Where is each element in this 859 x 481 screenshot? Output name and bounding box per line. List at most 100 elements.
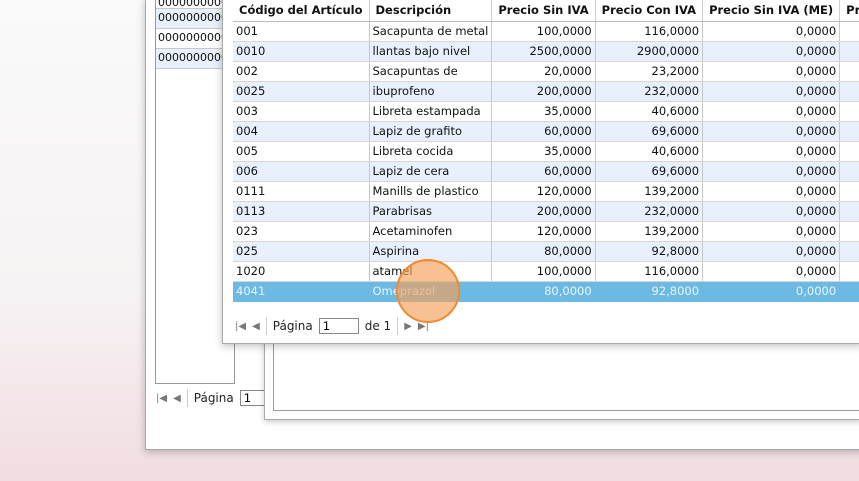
prev-page-icon[interactable]: ◀ <box>173 393 181 404</box>
table-cell[interactable] <box>839 181 859 202</box>
table-cell[interactable]: 0,0000 <box>702 181 841 202</box>
column-header[interactable]: Precio Sin IVA <box>491 0 596 22</box>
table-cell[interactable]: 0025 <box>233 81 370 102</box>
column-header[interactable]: Precio Con IVA <box>595 0 704 22</box>
table-cell[interactable]: 116,0000 <box>595 261 704 282</box>
table-cell[interactable] <box>839 101 859 122</box>
table-cell[interactable]: 23,2000 <box>595 61 704 82</box>
table-row[interactable]: 004 Lapiz de grafito 60,0000 69,6000 0,0000 <box>233 121 859 142</box>
table-row[interactable]: 4041Omeprazol80,000092,80000,0000 <box>233 281 859 302</box>
table-cell[interactable]: Sacapuntas de <box>369 61 493 82</box>
prev-page-icon[interactable]: ◀ <box>252 321 260 332</box>
table-cell[interactable]: ibuprofeno <box>369 81 493 102</box>
table-cell[interactable]: 60,0000 <box>491 121 596 142</box>
table-cell[interactable]: 0,0000 <box>702 221 841 242</box>
table-cell[interactable] <box>839 81 859 102</box>
table-cell[interactable]: 025 <box>233 241 370 262</box>
table-cell[interactable]: Acetaminofen <box>369 221 493 242</box>
table-row[interactable]: 023 Acetaminofen 120,0000 139,2000 0,0000 <box>233 221 859 242</box>
table-cell[interactable]: Aspirina <box>369 241 493 262</box>
table-row[interactable]: 1020 atamel 100,0000 116,0000 0,0000 <box>233 261 859 282</box>
table-cell[interactable] <box>839 21 859 42</box>
table-cell[interactable]: 92,8000 <box>595 281 704 302</box>
table-cell[interactable] <box>839 121 859 142</box>
table-cell[interactable]: 0,0000 <box>702 261 841 282</box>
table-cell[interactable]: 60,0000 <box>491 161 596 182</box>
table-row[interactable]: 0113 Parabrisas 200,0000 232,0000 0,0000 <box>233 201 859 222</box>
table-row[interactable]: 001 Sacapunta de metal 100,0000 116,0000 0,0… <box>233 21 859 42</box>
table-cell[interactable]: 0,0000 <box>702 281 841 302</box>
table-cell[interactable]: 2900,0000 <box>595 41 704 62</box>
table-cell[interactable]: llantas bajo nivel <box>369 41 493 62</box>
table-cell[interactable]: Libreta estampada <box>369 101 493 122</box>
table-cell[interactable]: 4041 <box>233 281 370 302</box>
table-cell[interactable]: 80,0000 <box>491 241 596 262</box>
table-cell[interactable]: 35,0000 <box>491 141 596 162</box>
table-cell[interactable]: 0,0000 <box>702 81 841 102</box>
table-cell[interactable]: 006 <box>233 161 370 182</box>
table-cell[interactable]: Lapiz de cera <box>369 161 493 182</box>
table-cell[interactable]: 0,0000 <box>702 21 841 42</box>
table-cell[interactable]: 139,2000 <box>595 181 704 202</box>
column-header[interactable]: Código del Artículo <box>233 0 370 22</box>
table-cell[interactable]: 1020 <box>233 261 370 282</box>
table-cell[interactable] <box>839 221 859 242</box>
table-cell[interactable]: 005 <box>233 141 370 162</box>
table-cell[interactable]: 116,0000 <box>595 21 704 42</box>
table-cell[interactable]: 200,0000 <box>491 81 596 102</box>
table-cell[interactable]: 0,0000 <box>702 201 841 222</box>
table-row[interactable]: 006 Lapiz de cera 60,0000 69,6000 0,0000 <box>233 161 859 182</box>
table-cell[interactable]: 40,6000 <box>595 141 704 162</box>
table-cell[interactable] <box>839 281 859 302</box>
table-cell[interactable]: Sacapunta de metal <box>369 21 493 42</box>
table-cell[interactable] <box>839 241 859 262</box>
table-cell[interactable]: 0,0000 <box>702 241 841 262</box>
table-row[interactable]: 005 Libreta cocida 35,0000 40,6000 0,0000 <box>233 141 859 162</box>
column-header[interactable]: Precio Sin IVA (ME) <box>702 0 841 22</box>
table-cell[interactable] <box>839 161 859 182</box>
table-cell[interactable]: 40,6000 <box>595 101 704 122</box>
table-cell[interactable]: 139,2000 <box>595 221 704 242</box>
table-cell[interactable] <box>839 41 859 62</box>
table-cell[interactable]: 69,6000 <box>595 121 704 142</box>
table-cell[interactable]: 232,0000 <box>595 201 704 222</box>
first-page-icon[interactable]: |◀ <box>235 321 246 332</box>
table-cell[interactable] <box>839 201 859 222</box>
table-cell[interactable] <box>839 261 859 282</box>
table-cell[interactable]: 0,0000 <box>702 161 841 182</box>
table-cell[interactable]: 001 <box>233 21 370 42</box>
table-cell[interactable]: 0,0000 <box>702 141 841 162</box>
table-cell[interactable]: 200,0000 <box>491 201 596 222</box>
table-cell[interactable]: 80,0000 <box>491 281 596 302</box>
table-cell[interactable]: Libreta cocida <box>369 141 493 162</box>
table-cell[interactable] <box>839 141 859 162</box>
column-header[interactable]: Pre <box>839 0 859 22</box>
next-page-icon[interactable]: ▶ <box>404 321 412 332</box>
table-cell[interactable]: 120,0000 <box>491 181 596 202</box>
table-cell[interactable]: 69,6000 <box>595 161 704 182</box>
table-cell[interactable]: Lapiz de grafito <box>369 121 493 142</box>
table-cell[interactable]: Manills de plastico <box>369 181 493 202</box>
table-cell[interactable]: 002 <box>233 61 370 82</box>
table-cell[interactable]: 0,0000 <box>702 101 841 122</box>
table-cell[interactable]: 003 <box>233 101 370 122</box>
table-cell[interactable]: 004 <box>233 121 370 142</box>
column-header[interactable]: Descripción <box>369 0 493 22</box>
table-cell[interactable]: 0010 <box>233 41 370 62</box>
table-cell[interactable]: 0,0000 <box>702 121 841 142</box>
table-cell[interactable]: 100,0000 <box>491 21 596 42</box>
table-cell[interactable]: 35,0000 <box>491 101 596 122</box>
table-cell[interactable]: 2500,0000 <box>491 41 596 62</box>
table-row[interactable]: 0010 llantas bajo nivel 2500,0000 2900,0000… <box>233 41 859 62</box>
table-cell[interactable]: 92,8000 <box>595 241 704 262</box>
table-cell[interactable]: 023 <box>233 221 370 242</box>
table-cell[interactable]: Parabrisas <box>369 201 493 222</box>
table-row[interactable]: 0111 Manills de plastico 120,0000 139,2000 0… <box>233 181 859 202</box>
table-cell[interactable]: 20,0000 <box>491 61 596 82</box>
table-row[interactable]: 002 Sacapuntas de 20,0000 23,2000 0,0000 <box>233 61 859 82</box>
table-cell[interactable]: 0,0000 <box>702 61 841 82</box>
table-cell[interactable]: 0111 <box>233 181 370 202</box>
table-row[interactable]: 025 Aspirina 80,0000 92,8000 0,0000 <box>233 241 859 262</box>
table-cell[interactable]: 120,0000 <box>491 221 596 242</box>
table-cell[interactable]: 0,0000 <box>702 41 841 62</box>
